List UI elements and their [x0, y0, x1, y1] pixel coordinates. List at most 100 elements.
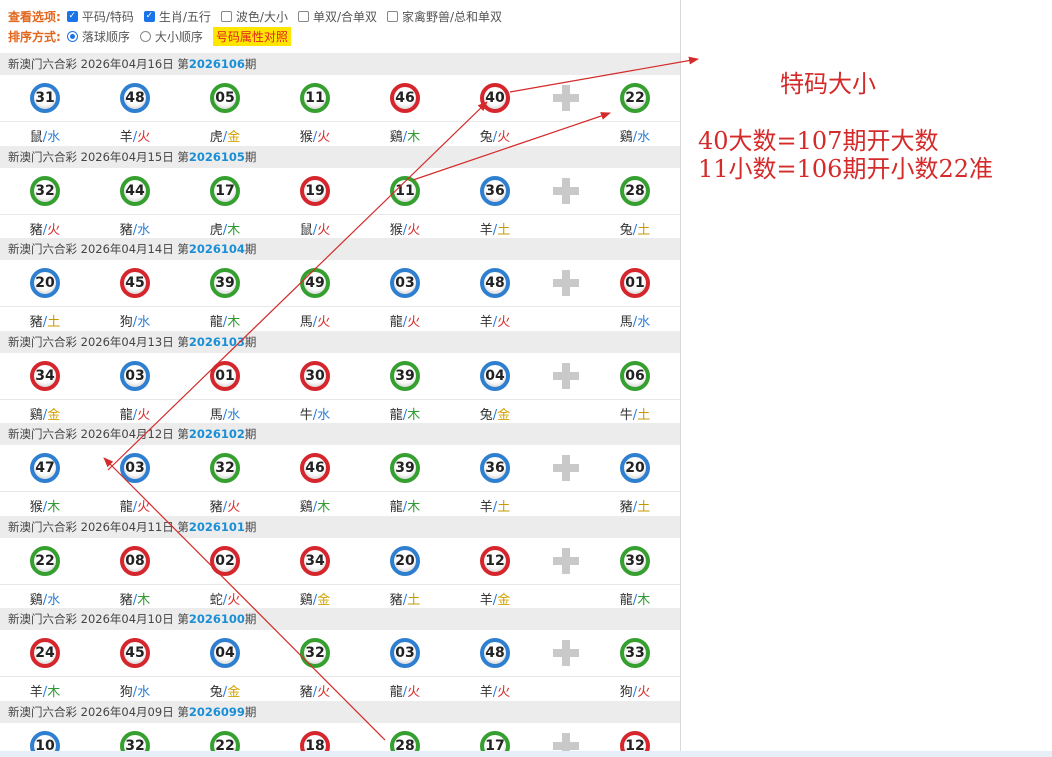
number-ball: 36 — [480, 176, 510, 206]
zodiac-text: 蛇 — [209, 593, 223, 608]
zodiac-text: 鷄 — [299, 500, 313, 515]
zodiac-text: 虎 — [209, 130, 223, 145]
number-ball: 39 — [390, 361, 420, 391]
checkbox-icon[interactable] — [220, 11, 232, 22]
draw-issue-suffix: 期 — [244, 150, 257, 164]
checkbox-icon[interactable] — [387, 11, 398, 22]
element-text: 火 — [137, 130, 151, 145]
zodiac-element-label: 龍/木 — [375, 496, 435, 515]
annotation-line2: 11小数=106期开小数22准 — [698, 155, 993, 183]
element-text: 水 — [137, 685, 151, 700]
element-text: 火 — [317, 685, 331, 700]
zodiac-element-label: 龍/火 — [375, 681, 435, 700]
option-color-size[interactable]: 波色/大小 — [220, 8, 288, 25]
zodiac-text: 鷄 — [29, 593, 43, 608]
checkbox-icon[interactable]: ✓ — [66, 11, 78, 22]
zodiac-element-label: 豬/火 — [15, 219, 75, 238]
radio-icon[interactable] — [66, 31, 78, 42]
zodiac-text: 羊 — [479, 223, 493, 238]
zodiac-element-label: 狗/火 — [605, 681, 665, 700]
draw-date: 新澳门六合彩 2026年04月10日 第 — [8, 612, 189, 626]
zodiac-element-label: 蛇/火 — [195, 589, 255, 608]
element-text: 金 — [497, 408, 511, 423]
number-ball: 39 — [390, 453, 420, 483]
zodiac-text: 猴 — [389, 223, 403, 238]
zodiac-text: 羊 — [479, 593, 493, 608]
zodiac-element-label: 鷄/金 — [285, 589, 345, 608]
draw-date: 新澳门六合彩 2026年04月09日 第 — [8, 705, 189, 719]
zodiac-text: 豬 — [119, 593, 133, 608]
number-ball: 36 — [480, 453, 510, 483]
draw-issue-number: 2026101 — [188, 520, 245, 534]
draw-date: 新澳门六合彩 2026年04月11日 第 — [8, 520, 189, 534]
zodiac-element-label: 猴/木 — [15, 496, 75, 515]
element-text: 土 — [497, 223, 511, 238]
number-ball: 32 — [30, 176, 60, 206]
zodiac-element-label: 牛/水 — [285, 404, 345, 423]
zodiac-element-label: 猴/火 — [285, 126, 345, 145]
plus-icon — [553, 455, 579, 481]
zodiac-element-row: 鷄/金 龍/火 馬/水 牛/水 龍/木 兔/金 牛/土 — [0, 399, 680, 424]
zodiac-text: 狗 — [119, 685, 133, 700]
zodiac-element-row: 羊/木 狗/水 兔/金 豬/火 龍/火 羊/火 狗/火 — [0, 676, 680, 701]
element-text: 木 — [227, 315, 241, 330]
number-ball: 20 — [30, 268, 60, 298]
number-attribute-compare-button[interactable]: 号码属性对照 — [212, 27, 291, 46]
draw-issue-suffix: 期 — [244, 57, 257, 71]
zodiac-element-label: 鷄/金 — [15, 404, 75, 423]
number-ball: 03 — [390, 268, 420, 298]
special-number-ball: 01 — [620, 268, 650, 298]
draw-issue-suffix: 期 — [244, 705, 257, 719]
sort-draw-order[interactable]: 落球顺序 — [66, 28, 130, 45]
number-ball: 46 — [300, 453, 330, 483]
zodiac-text: 豬 — [619, 500, 633, 515]
element-text: 木 — [407, 408, 421, 423]
draw-issue-number: 2026105 — [188, 150, 245, 164]
radio-icon[interactable] — [139, 31, 151, 42]
number-ball: 03 — [390, 638, 420, 668]
number-ball: 31 — [30, 83, 60, 113]
zodiac-element-label: 豬/火 — [195, 496, 255, 515]
option-zodiac-element[interactable]: ✓ 生肖/五行 — [143, 8, 211, 25]
plus-icon — [553, 640, 579, 666]
checkbox-icon[interactable]: ✓ — [143, 11, 155, 22]
zodiac-text: 豬 — [29, 223, 43, 238]
sort-options-label: 排序方式: — [8, 30, 61, 44]
sort-size-order[interactable]: 大小顺序 — [139, 28, 203, 45]
draw-issue-number: 2026100 — [188, 612, 245, 626]
number-ball: 32 — [210, 453, 240, 483]
zodiac-element-label: 牛/土 — [605, 404, 665, 423]
option-normal-special[interactable]: ✓ 平码/特码 — [66, 8, 134, 25]
number-ball: 46 — [390, 83, 420, 113]
element-text: 土 — [637, 223, 651, 238]
zodiac-element-label: 羊/火 — [465, 311, 525, 330]
zodiac-text: 豬 — [209, 500, 223, 515]
zodiac-element-row: 豬/土 狗/水 龍/木 馬/火 龍/火 羊/火 馬/水 — [0, 306, 680, 331]
zodiac-text: 羊 — [479, 315, 493, 330]
zodiac-text: 龍 — [389, 315, 403, 330]
zodiac-text: 兔 — [619, 223, 633, 238]
zodiac-element-label: 馬/水 — [195, 404, 255, 423]
draw-date: 新澳门六合彩 2026年04月15日 第 — [8, 150, 189, 164]
number-ball: 39 — [210, 268, 240, 298]
option-poultry-beast[interactable]: 家禽野兽/总和单双 — [387, 8, 502, 25]
zodiac-element-label: 鼠/水 — [15, 126, 75, 145]
zodiac-element-label: 羊/木 — [15, 681, 75, 700]
zodiac-text: 鼠 — [299, 223, 313, 238]
element-text: 火 — [407, 223, 421, 238]
zodiac-element-label: 羊/土 — [465, 496, 525, 515]
number-ball: 22 — [30, 546, 60, 576]
element-text: 火 — [227, 593, 241, 608]
number-ball: 34 — [30, 361, 60, 391]
zodiac-element-label: 豬/木 — [105, 589, 165, 608]
draw-issue-number: 2026104 — [188, 242, 245, 256]
zodiac-text: 鷄 — [299, 593, 313, 608]
zodiac-text: 龍 — [619, 593, 633, 608]
results-panel: 查看选项: ✓ 平码/特码 ✓ 生肖/五行 波色/大小 单双/合单双 家禽野兽/总和… — [0, 0, 681, 757]
view-options-label: 查看选项: — [8, 10, 61, 24]
checkbox-icon[interactable] — [297, 11, 309, 22]
zodiac-element-label: 羊/火 — [105, 126, 165, 145]
option-odd-even[interactable]: 单双/合单双 — [297, 8, 377, 25]
plus-icon — [553, 270, 579, 296]
number-ball: 03 — [120, 361, 150, 391]
